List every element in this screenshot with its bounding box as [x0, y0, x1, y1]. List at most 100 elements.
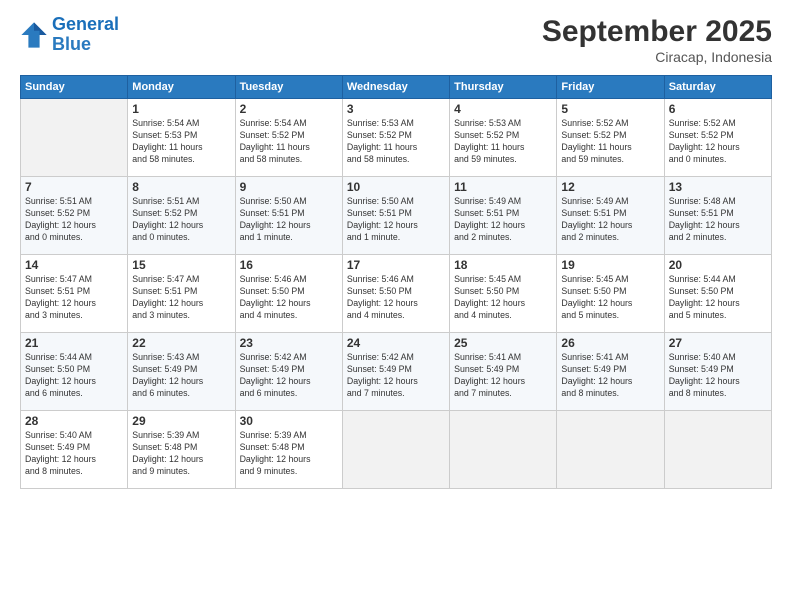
calendar-cell: 15 Sunrise: 5:47 AM Sunset: 5:51 PM Dayli…	[128, 255, 235, 333]
day-number: 19	[561, 258, 659, 272]
day-info: Sunrise: 5:46 AM Sunset: 5:50 PM Dayligh…	[347, 274, 445, 322]
calendar-cell	[342, 411, 449, 489]
calendar-cell: 20 Sunrise: 5:44 AM Sunset: 5:50 PM Dayli…	[664, 255, 771, 333]
weekday-header-sunday: Sunday	[21, 76, 128, 99]
weekday-header-tuesday: Tuesday	[235, 76, 342, 99]
week-row-3: 14 Sunrise: 5:47 AM Sunset: 5:51 PM Dayli…	[21, 255, 772, 333]
calendar-cell: 28 Sunrise: 5:40 AM Sunset: 5:49 PM Dayli…	[21, 411, 128, 489]
day-number: 5	[561, 102, 659, 116]
day-info: Sunrise: 5:48 AM Sunset: 5:51 PM Dayligh…	[669, 196, 767, 244]
day-info: Sunrise: 5:40 AM Sunset: 5:49 PM Dayligh…	[25, 430, 123, 478]
day-number: 20	[669, 258, 767, 272]
calendar-cell: 14 Sunrise: 5:47 AM Sunset: 5:51 PM Dayli…	[21, 255, 128, 333]
day-info: Sunrise: 5:53 AM Sunset: 5:52 PM Dayligh…	[347, 118, 445, 166]
calendar-cell: 16Sunrise: 5:46 AM Sunset: 5:50 PM Dayli…	[235, 255, 342, 333]
calendar-cell: 11 Sunrise: 5:49 AM Sunset: 5:51 PM Dayli…	[450, 177, 557, 255]
calendar-cell	[557, 411, 664, 489]
day-number: 3	[347, 102, 445, 116]
day-info: Sunrise: 5:47 AM Sunset: 5:51 PM Dayligh…	[25, 274, 123, 322]
logo-text: General Blue	[52, 15, 119, 55]
location-subtitle: Ciracap, Indonesia	[542, 49, 772, 65]
day-info: Sunrise: 5:41 AM Sunset: 5:49 PM Dayligh…	[561, 352, 659, 400]
calendar-cell: 5 Sunrise: 5:52 AM Sunset: 5:52 PM Daylig…	[557, 99, 664, 177]
day-number: 4	[454, 102, 552, 116]
month-title: September 2025	[542, 15, 772, 49]
day-info: Sunrise: 5:46 AM Sunset: 5:50 PM Dayligh…	[240, 274, 338, 322]
day-number: 11	[454, 180, 552, 194]
day-info: Sunrise: 5:43 AM Sunset: 5:49 PM Dayligh…	[132, 352, 230, 400]
day-info: Sunrise: 5:45 AM Sunset: 5:50 PM Dayligh…	[561, 274, 659, 322]
calendar-cell: 2 Sunrise: 5:54 AM Sunset: 5:52 PM Daylig…	[235, 99, 342, 177]
weekday-header-saturday: Saturday	[664, 76, 771, 99]
day-number: 9	[240, 180, 338, 194]
week-row-1: 1 Sunrise: 5:54 AM Sunset: 5:53 PM Daylig…	[21, 99, 772, 177]
calendar-cell: 17 Sunrise: 5:46 AM Sunset: 5:50 PM Dayli…	[342, 255, 449, 333]
day-info: Sunrise: 5:47 AM Sunset: 5:51 PM Dayligh…	[132, 274, 230, 322]
day-info: Sunrise: 5:42 AM Sunset: 5:49 PM Dayligh…	[347, 352, 445, 400]
calendar-cell: 4 Sunrise: 5:53 AM Sunset: 5:52 PM Daylig…	[450, 99, 557, 177]
calendar-cell: 18 Sunrise: 5:45 AM Sunset: 5:50 PM Dayli…	[450, 255, 557, 333]
day-number: 12	[561, 180, 659, 194]
day-info: Sunrise: 5:49 AM Sunset: 5:51 PM Dayligh…	[561, 196, 659, 244]
day-number: 2	[240, 102, 338, 116]
calendar-cell: 6Sunrise: 5:52 AM Sunset: 5:52 PM Daylig…	[664, 99, 771, 177]
day-number: 10	[347, 180, 445, 194]
calendar-cell: 3 Sunrise: 5:53 AM Sunset: 5:52 PM Daylig…	[342, 99, 449, 177]
day-info: Sunrise: 5:49 AM Sunset: 5:51 PM Dayligh…	[454, 196, 552, 244]
day-info: Sunrise: 5:42 AM Sunset: 5:49 PM Dayligh…	[240, 352, 338, 400]
logo-line2: Blue	[52, 34, 91, 54]
day-number: 18	[454, 258, 552, 272]
day-info: Sunrise: 5:41 AM Sunset: 5:49 PM Dayligh…	[454, 352, 552, 400]
day-number: 23	[240, 336, 338, 350]
calendar-cell: 12 Sunrise: 5:49 AM Sunset: 5:51 PM Dayli…	[557, 177, 664, 255]
day-number: 25	[454, 336, 552, 350]
day-info: Sunrise: 5:52 AM Sunset: 5:52 PM Dayligh…	[561, 118, 659, 166]
day-info: Sunrise: 5:53 AM Sunset: 5:52 PM Dayligh…	[454, 118, 552, 166]
week-row-5: 28 Sunrise: 5:40 AM Sunset: 5:49 PM Dayli…	[21, 411, 772, 489]
day-number: 30	[240, 414, 338, 428]
logo-icon	[20, 21, 48, 49]
calendar-cell: 29Sunrise: 5:39 AM Sunset: 5:48 PM Dayli…	[128, 411, 235, 489]
weekday-header-friday: Friday	[557, 76, 664, 99]
weekday-header-thursday: Thursday	[450, 76, 557, 99]
weekday-header-wednesday: Wednesday	[342, 76, 449, 99]
day-info: Sunrise: 5:54 AM Sunset: 5:52 PM Dayligh…	[240, 118, 338, 166]
day-number: 14	[25, 258, 123, 272]
calendar-cell: 22Sunrise: 5:43 AM Sunset: 5:49 PM Dayli…	[128, 333, 235, 411]
calendar-cell: 27 Sunrise: 5:40 AM Sunset: 5:49 PM Dayli…	[664, 333, 771, 411]
day-number: 17	[347, 258, 445, 272]
logo-line1: General	[52, 14, 119, 34]
title-block: September 2025 Ciracap, Indonesia	[542, 15, 772, 65]
day-number: 7	[25, 180, 123, 194]
calendar-cell: 7 Sunrise: 5:51 AM Sunset: 5:52 PM Daylig…	[21, 177, 128, 255]
calendar-table: SundayMondayTuesdayWednesdayThursdayFrid…	[20, 75, 772, 489]
day-info: Sunrise: 5:51 AM Sunset: 5:52 PM Dayligh…	[25, 196, 123, 244]
calendar-cell: 24Sunrise: 5:42 AM Sunset: 5:49 PM Dayli…	[342, 333, 449, 411]
day-info: Sunrise: 5:44 AM Sunset: 5:50 PM Dayligh…	[669, 274, 767, 322]
day-info: Sunrise: 5:45 AM Sunset: 5:50 PM Dayligh…	[454, 274, 552, 322]
week-row-2: 7 Sunrise: 5:51 AM Sunset: 5:52 PM Daylig…	[21, 177, 772, 255]
day-info: Sunrise: 5:50 AM Sunset: 5:51 PM Dayligh…	[240, 196, 338, 244]
day-number: 6	[669, 102, 767, 116]
calendar-cell: 21Sunrise: 5:44 AM Sunset: 5:50 PM Dayli…	[21, 333, 128, 411]
header: General Blue September 2025 Ciracap, Ind…	[20, 15, 772, 65]
page: General Blue September 2025 Ciracap, Ind…	[0, 0, 792, 612]
day-number: 1	[132, 102, 230, 116]
day-info: Sunrise: 5:50 AM Sunset: 5:51 PM Dayligh…	[347, 196, 445, 244]
day-number: 28	[25, 414, 123, 428]
day-number: 29	[132, 414, 230, 428]
calendar-cell: 23 Sunrise: 5:42 AM Sunset: 5:49 PM Dayli…	[235, 333, 342, 411]
day-number: 27	[669, 336, 767, 350]
weekday-header-row: SundayMondayTuesdayWednesdayThursdayFrid…	[21, 76, 772, 99]
calendar-cell: 9 Sunrise: 5:50 AM Sunset: 5:51 PM Daylig…	[235, 177, 342, 255]
day-info: Sunrise: 5:39 AM Sunset: 5:48 PM Dayligh…	[240, 430, 338, 478]
day-info: Sunrise: 5:40 AM Sunset: 5:49 PM Dayligh…	[669, 352, 767, 400]
calendar-cell	[664, 411, 771, 489]
day-info: Sunrise: 5:54 AM Sunset: 5:53 PM Dayligh…	[132, 118, 230, 166]
day-number: 26	[561, 336, 659, 350]
calendar-cell: 10 Sunrise: 5:50 AM Sunset: 5:51 PM Dayli…	[342, 177, 449, 255]
day-number: 15	[132, 258, 230, 272]
week-row-4: 21Sunrise: 5:44 AM Sunset: 5:50 PM Dayli…	[21, 333, 772, 411]
weekday-header-monday: Monday	[128, 76, 235, 99]
calendar-cell: 1 Sunrise: 5:54 AM Sunset: 5:53 PM Daylig…	[128, 99, 235, 177]
